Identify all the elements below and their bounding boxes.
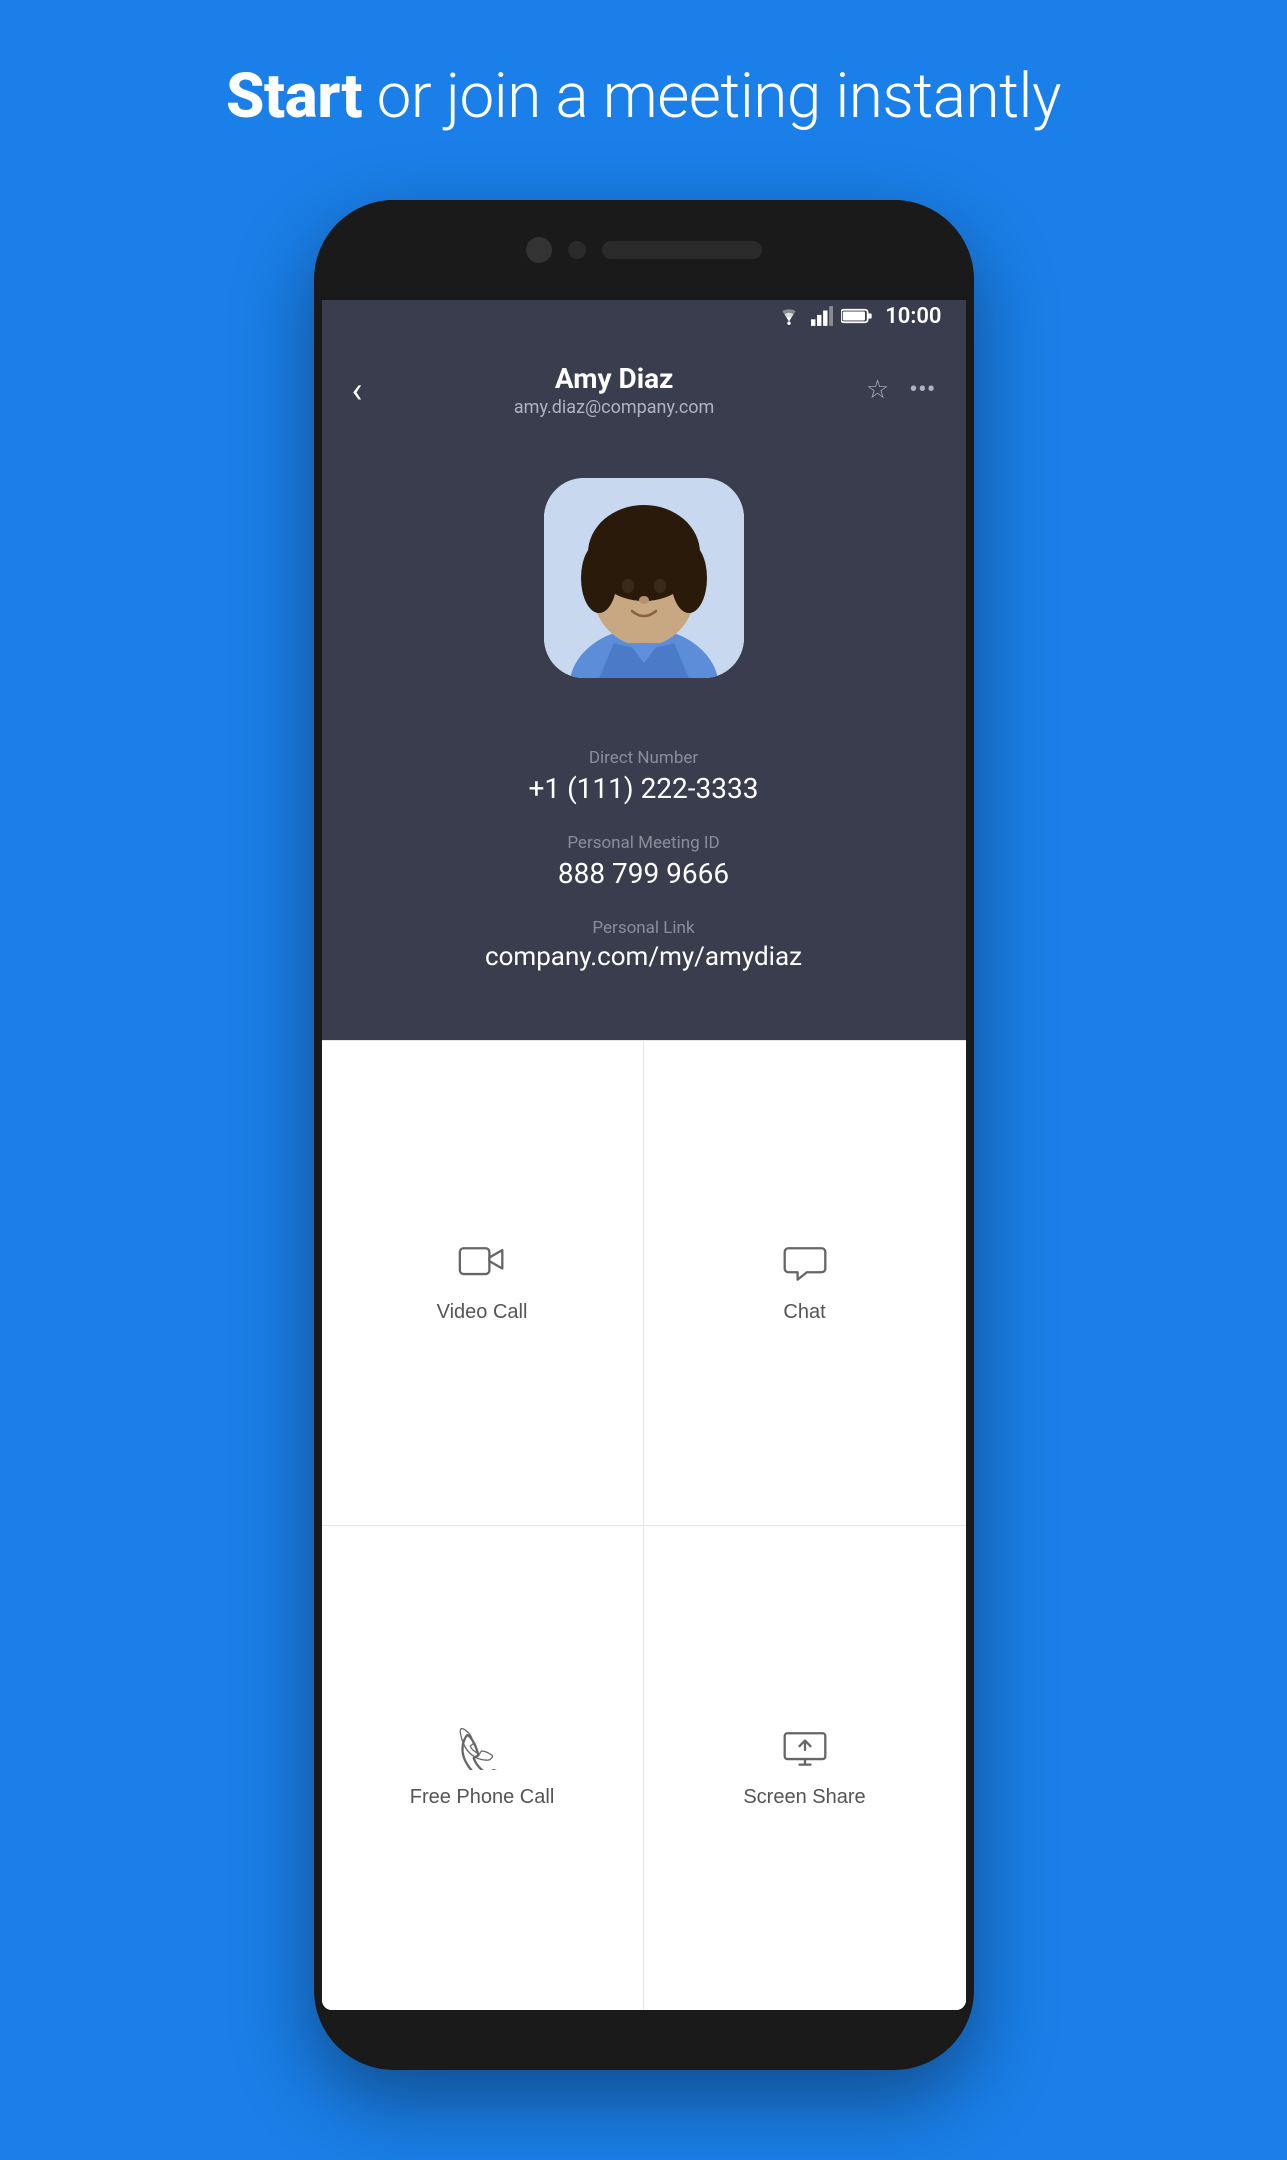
header-bold: Start bbox=[226, 60, 362, 133]
meeting-id-label: Personal Meeting ID bbox=[352, 833, 936, 853]
chat-button[interactable]: Chat bbox=[644, 1041, 966, 1526]
video-call-icon bbox=[458, 1241, 506, 1285]
avatar-image bbox=[544, 478, 744, 678]
header-rest: or join a meeting instantly bbox=[362, 60, 1061, 133]
phone-speaker bbox=[602, 241, 762, 259]
header-tagline: Start or join a meeting instantly bbox=[0, 60, 1287, 133]
video-call-label: Video Call bbox=[437, 1301, 528, 1324]
signal-icon bbox=[811, 306, 833, 326]
battery-icon bbox=[841, 307, 873, 325]
video-call-button[interactable]: Video Call bbox=[322, 1041, 644, 1526]
header-actions: ☆ ••• bbox=[866, 375, 936, 405]
direct-number-value[interactable]: +1 (111) 222-3333 bbox=[352, 772, 936, 805]
free-phone-call-label: Free Phone Call bbox=[410, 1786, 555, 1809]
personal-link-label: Personal Link bbox=[352, 918, 936, 938]
personal-link-value[interactable]: company.com/my/amydiaz bbox=[352, 942, 936, 972]
contact-header: ‹ Amy Diaz amy.diaz@company.com ☆ ••• bbox=[322, 342, 966, 438]
screen-share-label: Screen Share bbox=[743, 1786, 865, 1809]
meeting-id-value[interactable]: 888 799 9666 bbox=[352, 857, 936, 890]
phone-icon bbox=[458, 1726, 506, 1770]
free-phone-call-button[interactable]: Free Phone Call bbox=[322, 1526, 644, 2011]
chat-icon bbox=[781, 1241, 829, 1285]
phone-frame: 10:00 ‹ Amy Diaz amy.diaz@company.com ☆ … bbox=[314, 200, 974, 2070]
proximity-sensor bbox=[568, 241, 586, 259]
back-button[interactable]: ‹ bbox=[352, 372, 363, 408]
favorite-icon[interactable]: ☆ bbox=[866, 375, 889, 405]
more-options-icon[interactable]: ••• bbox=[909, 375, 935, 405]
direct-number-label: Direct Number bbox=[352, 748, 936, 768]
phone-top-bar bbox=[314, 200, 974, 300]
front-camera bbox=[526, 237, 552, 263]
phone-screen: 10:00 ‹ Amy Diaz amy.diaz@company.com ☆ … bbox=[322, 290, 966, 2010]
avatar-area bbox=[322, 438, 966, 728]
wifi-icon bbox=[775, 306, 803, 326]
screen-share-button[interactable]: Screen Share bbox=[644, 1526, 966, 2011]
contact-email: amy.diaz@company.com bbox=[362, 397, 866, 418]
contact-name: Amy Diaz bbox=[362, 362, 866, 395]
avatar-container bbox=[544, 478, 744, 678]
action-buttons: Video Call Chat Free Phone Call bbox=[322, 1040, 966, 2010]
status-time: 10:00 bbox=[885, 304, 941, 329]
screen-share-icon bbox=[781, 1726, 829, 1770]
chat-label: Chat bbox=[783, 1301, 825, 1324]
status-icons: 10:00 bbox=[775, 304, 941, 329]
contact-name-area: Amy Diaz amy.diaz@company.com bbox=[362, 362, 866, 418]
contact-info: Direct Number +1 (111) 222-3333 Personal… bbox=[322, 728, 966, 1040]
